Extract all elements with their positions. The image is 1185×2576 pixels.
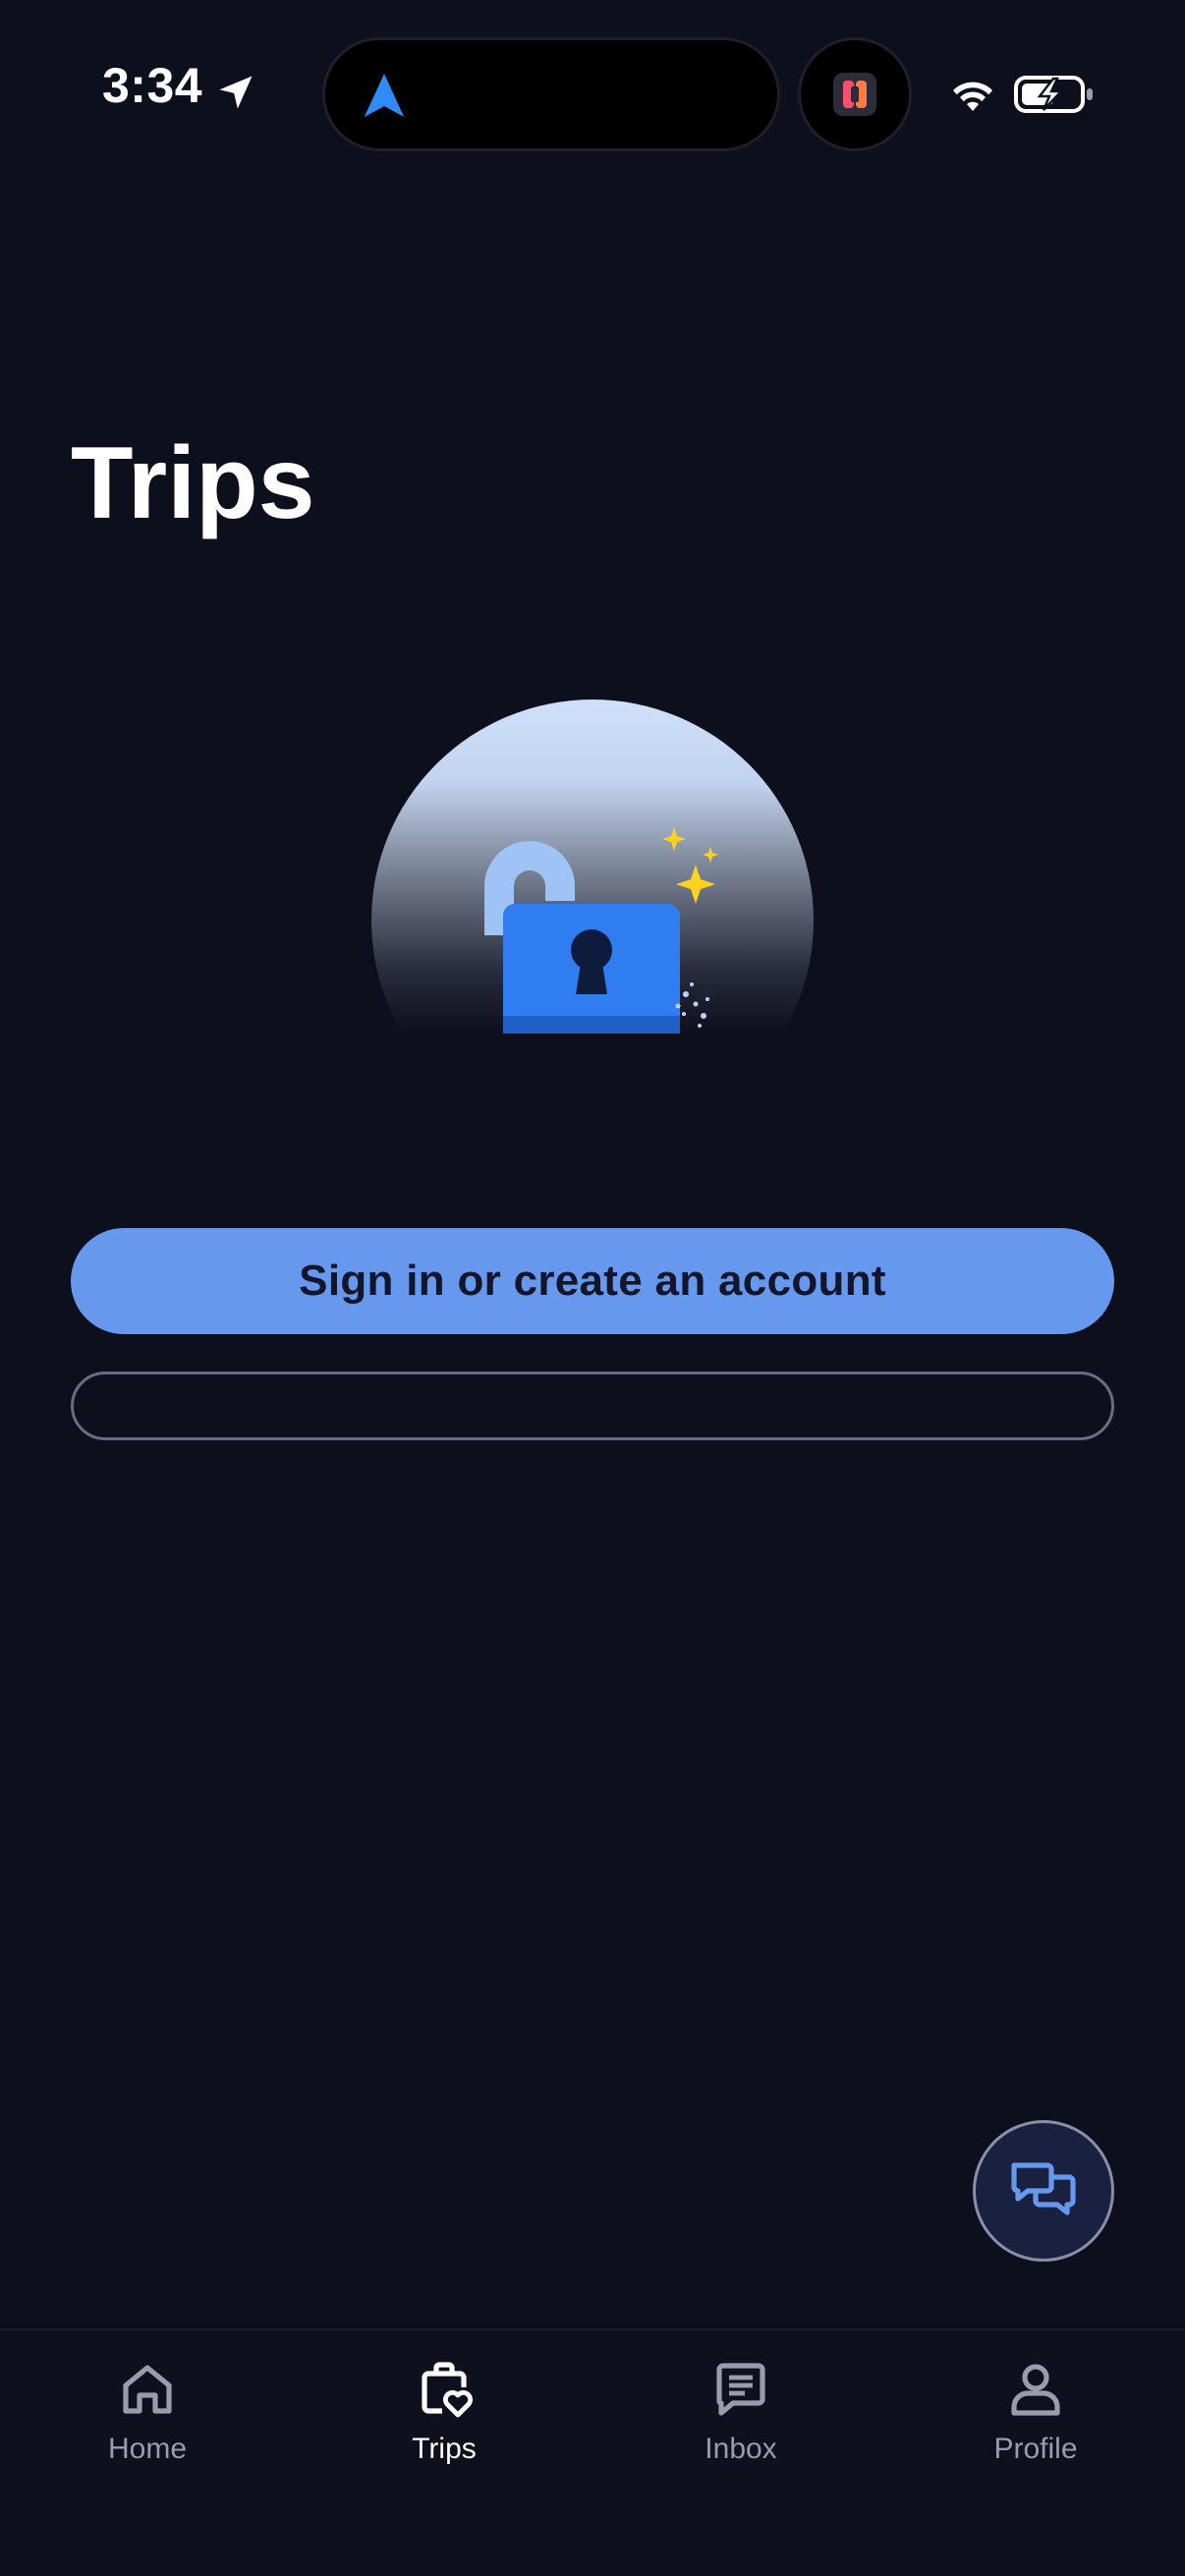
tab-home-label: Home xyxy=(107,2433,188,2465)
tab-inbox[interactable]: Inbox xyxy=(593,2330,888,2517)
navigation-arrow-icon xyxy=(364,74,405,117)
chat-button[interactable] xyxy=(973,2120,1114,2262)
trips-bag-heart-icon xyxy=(422,2362,473,2418)
secondary-button[interactable] xyxy=(71,1372,1114,1440)
live-activity-bubble xyxy=(798,37,912,151)
location-arrow-icon xyxy=(219,76,253,109)
inbox-message-icon xyxy=(716,2363,765,2416)
tab-profile[interactable]: Profile xyxy=(888,2330,1183,2517)
tab-trips[interactable]: Trips xyxy=(297,2330,592,2517)
chat-bubbles-icon xyxy=(1011,2162,1076,2215)
battery-charging-icon xyxy=(1014,76,1093,113)
app-mini-icon xyxy=(833,73,876,116)
unlocked-padlock-illustration xyxy=(371,700,814,1034)
tab-profile-label: Profile xyxy=(993,2433,1078,2465)
sign-in-button[interactable]: Sign in or create an account xyxy=(71,1228,1114,1334)
bottom-tab-bar: Home Trips Inbox Profile xyxy=(0,2328,1185,2576)
status-time: 3:34 xyxy=(102,58,203,113)
tab-trips-label: Trips xyxy=(412,2433,477,2465)
tab-home[interactable]: Home xyxy=(0,2330,295,2517)
dynamic-island xyxy=(322,37,780,151)
profile-person-icon xyxy=(1011,2364,1060,2416)
wifi-icon xyxy=(953,82,992,111)
home-icon xyxy=(123,2365,172,2414)
page-title: Trips xyxy=(71,426,315,540)
tab-inbox-label: Inbox xyxy=(705,2433,777,2465)
